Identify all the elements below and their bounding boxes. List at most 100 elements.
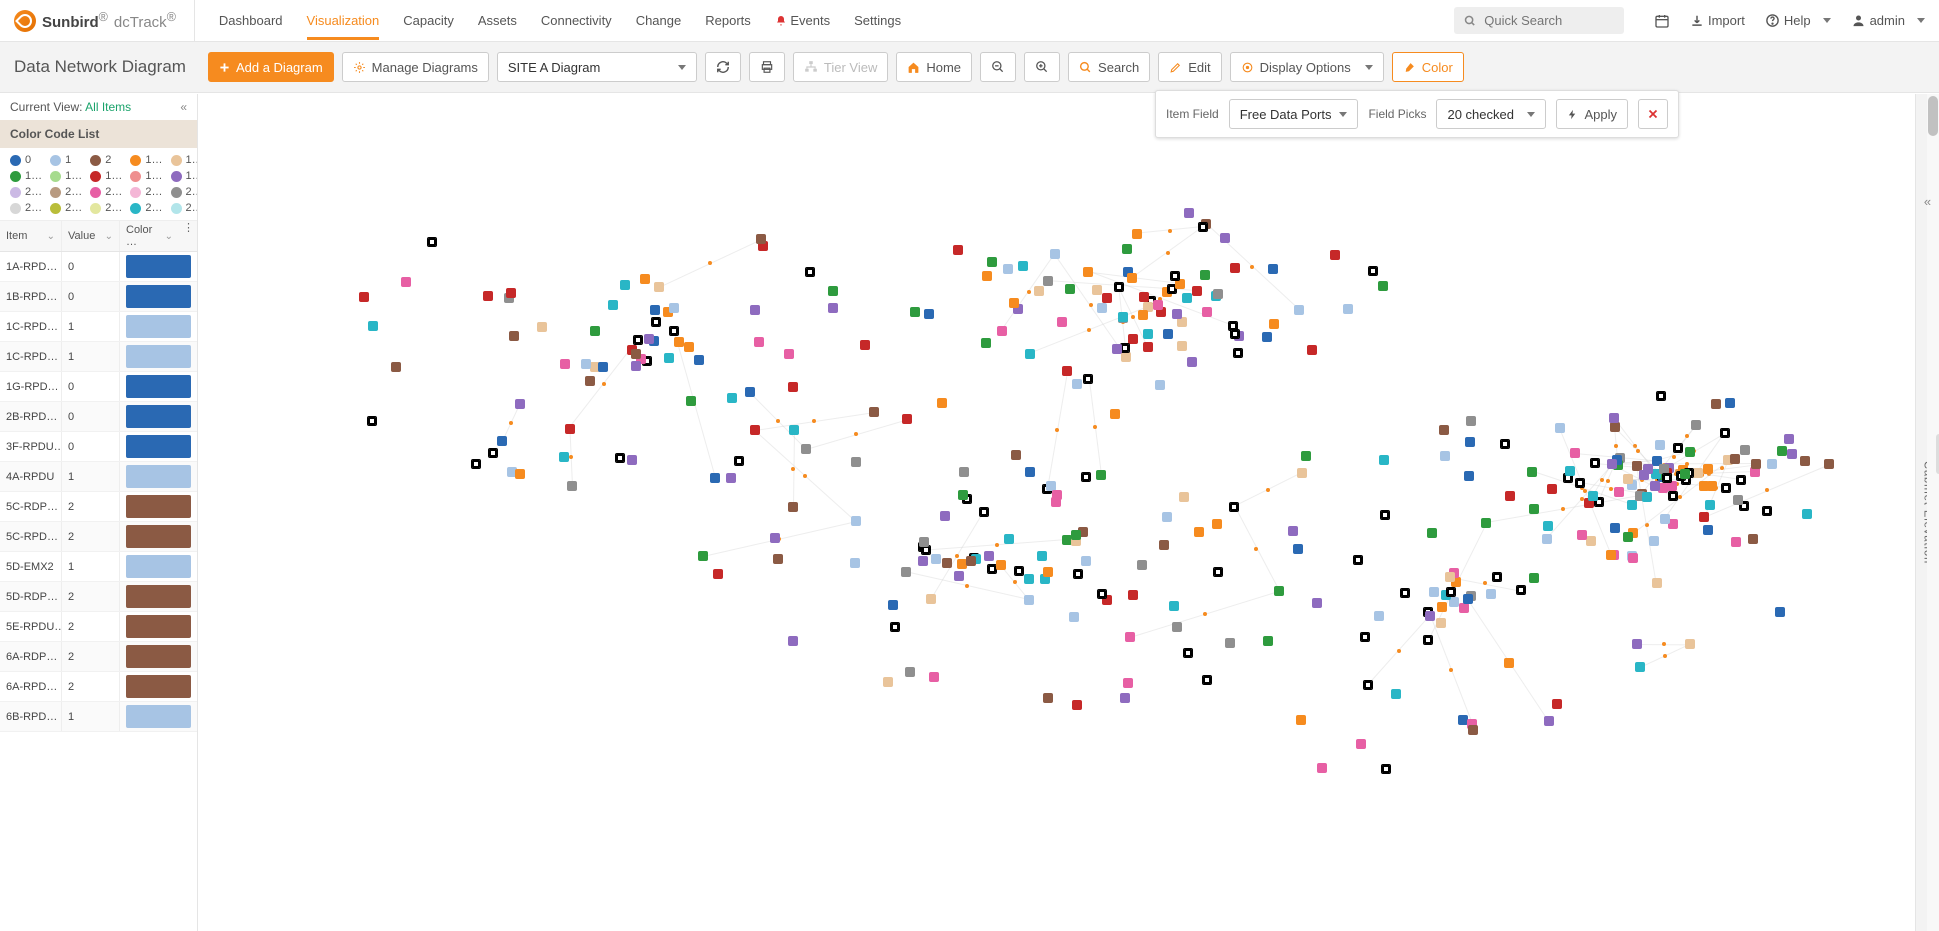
diagram-node[interactable]	[979, 507, 989, 517]
diagram-node[interactable]	[953, 245, 963, 255]
swatch[interactable]: 2…	[50, 186, 82, 198]
diagram-node[interactable]	[1800, 456, 1810, 466]
diagram-node[interactable]	[869, 407, 879, 417]
col-value[interactable]: Value⌄	[62, 221, 120, 251]
swatch[interactable]: 1…	[10, 170, 42, 182]
diagram-node[interactable]	[1288, 526, 1298, 536]
diagram-node[interactable]	[1114, 282, 1124, 292]
diagram-node[interactable]	[1194, 527, 1204, 537]
diagram-node[interactable]	[1083, 374, 1093, 384]
swatch[interactable]: 2…	[90, 186, 122, 198]
diagram-node[interactable]	[615, 453, 625, 463]
diagram-node[interactable]	[1703, 525, 1713, 535]
diagram-node[interactable]	[1468, 725, 1478, 735]
diagram-node[interactable]	[483, 291, 493, 301]
diagram-node[interactable]	[1037, 551, 1047, 561]
diagram-node[interactable]	[1297, 468, 1307, 478]
diagram-node[interactable]	[788, 382, 798, 392]
diagram-node[interactable]	[1730, 454, 1740, 464]
diagram-node[interactable]	[1003, 264, 1013, 274]
diagram-node[interactable]	[1200, 270, 1210, 280]
diagram-node[interactable]	[1121, 352, 1131, 362]
table-row[interactable]: 1G-RPD…0	[0, 372, 197, 402]
diagram-node[interactable]	[1317, 763, 1327, 773]
diagram-node[interactable]	[565, 424, 575, 434]
diagram-node[interactable]	[1379, 455, 1389, 465]
diagram-node[interactable]	[359, 292, 369, 302]
diagram-node[interactable]	[633, 335, 643, 345]
diagram-node[interactable]	[627, 455, 637, 465]
diagram-node[interactable]	[1378, 281, 1388, 291]
swatch[interactable]: 2…	[90, 202, 122, 214]
diagram-node[interactable]	[1652, 578, 1662, 588]
diagram-node[interactable]	[1172, 309, 1182, 319]
diagram-node[interactable]	[1083, 267, 1093, 277]
diagram-node[interactable]	[942, 558, 952, 568]
diagram-node[interactable]	[1139, 292, 1149, 302]
diagram-node[interactable]	[851, 457, 861, 467]
diagram-node[interactable]	[1125, 632, 1135, 642]
diagram-node[interactable]	[1552, 699, 1562, 709]
diagram-node[interactable]	[1705, 500, 1715, 510]
diagram-node[interactable]	[1004, 534, 1014, 544]
diagram-node[interactable]	[1699, 512, 1709, 522]
diagram-node[interactable]	[1740, 445, 1750, 455]
nav-events[interactable]: Events	[775, 1, 830, 41]
diagram-node[interactable]	[1465, 437, 1475, 447]
swatch[interactable]: 2	[90, 154, 122, 166]
diagram-node[interactable]	[1464, 471, 1474, 481]
diagram-node[interactable]	[1463, 594, 1473, 604]
diagram-node[interactable]	[1102, 293, 1112, 303]
diagram-node[interactable]	[1639, 470, 1649, 480]
diagram-node[interactable]	[1230, 329, 1240, 339]
swatch[interactable]: 1…	[50, 170, 82, 182]
diagram-node[interactable]	[1202, 307, 1212, 317]
diagram-node[interactable]	[1268, 264, 1278, 274]
refresh-button[interactable]	[705, 52, 741, 82]
table-row[interactable]: 6B-RPD…1	[0, 702, 197, 732]
diagram-node[interactable]	[427, 237, 437, 247]
diagram-node[interactable]	[1170, 271, 1180, 281]
diagram-node[interactable]	[1628, 553, 1638, 563]
diagram-node[interactable]	[1437, 602, 1447, 612]
table-row[interactable]: 1B-RPD…0	[0, 282, 197, 312]
diagram-node[interactable]	[585, 376, 595, 386]
diagram-node[interactable]	[1627, 500, 1637, 510]
diagram-node[interactable]	[1096, 470, 1106, 480]
diagram-node[interactable]	[789, 425, 799, 435]
diagram-node[interactable]	[1721, 483, 1731, 493]
diagram-node[interactable]	[828, 286, 838, 296]
nav-change[interactable]: Change	[636, 1, 682, 41]
diagram-node[interactable]	[1500, 439, 1510, 449]
diagram-node[interactable]	[1623, 474, 1633, 484]
collapse-left-icon[interactable]: «	[180, 100, 187, 114]
swatch[interactable]: 1…	[90, 170, 122, 182]
diagram-node[interactable]	[1802, 509, 1812, 519]
diagram-node[interactable]	[1269, 319, 1279, 329]
diagram-node[interactable]	[931, 554, 941, 564]
diagram-node[interactable]	[1069, 612, 1079, 622]
diagram-node[interactable]	[631, 349, 641, 359]
diagram-node[interactable]	[1720, 428, 1730, 438]
diagram-node[interactable]	[940, 511, 950, 521]
diagram-node[interactable]	[1051, 497, 1061, 507]
diagram-node[interactable]	[391, 362, 401, 372]
zoom-in-button[interactable]	[1024, 52, 1060, 82]
diagram-node[interactable]	[1123, 678, 1133, 688]
diagram-node[interactable]	[1202, 675, 1212, 685]
calendar-button[interactable]	[1654, 13, 1670, 29]
diagram-node[interactable]	[1655, 440, 1665, 450]
diagram-node[interactable]	[1440, 451, 1450, 461]
diagram-node[interactable]	[750, 305, 760, 315]
diagram-node[interactable]	[1043, 567, 1053, 577]
diagram-node[interactable]	[1733, 495, 1743, 505]
nav-dashboard[interactable]: Dashboard	[219, 1, 283, 41]
diagram-node[interactable]	[788, 636, 798, 646]
swatch[interactable]: 2…	[50, 202, 82, 214]
table-row[interactable]: 5C-RPD…2	[0, 522, 197, 552]
diagram-node[interactable]	[1775, 607, 1785, 617]
diagram-node[interactable]	[850, 558, 860, 568]
diagram-node[interactable]	[1777, 446, 1787, 456]
diagram-node[interactable]	[1623, 532, 1633, 542]
diagram-node[interactable]	[1543, 521, 1553, 531]
